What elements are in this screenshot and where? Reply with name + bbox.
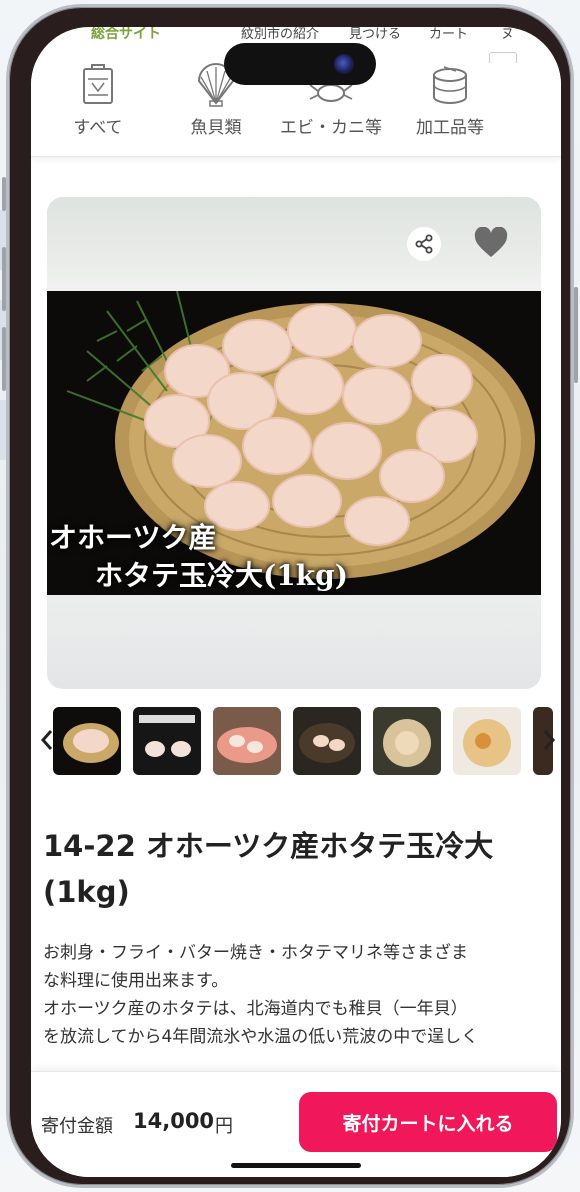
image-caption: オホーツク産 ホタテ玉冷大(1kg): [49, 519, 348, 595]
add-to-cart-button[interactable]: 寄付カートに入れる: [299, 1092, 557, 1152]
category-all[interactable]: すべて: [43, 63, 153, 138]
camera-icon: [334, 54, 354, 74]
product-title: 14-22 オホーツク産ホタテ玉冷大(1kg): [43, 829, 494, 909]
price-unit: 円: [215, 1116, 233, 1137]
chevron-left-icon: [40, 730, 53, 750]
share-button[interactable]: [407, 227, 441, 261]
image-blur-bottom: [47, 595, 541, 689]
site-name-link[interactable]: 総合サイト: [91, 27, 161, 43]
favorite-button[interactable]: [471, 225, 511, 261]
description-line: を放流してから4年間流氷や水温の低い荒波の中で逞しく: [43, 1027, 479, 1047]
product-description: お刺身・フライ・バター焼き・ホタテマリネ等さまざま な料理に使用出来ます。 オホ…: [43, 939, 553, 1051]
caption-line-1: オホーツク産: [49, 521, 217, 554]
category-label: 魚貝類: [190, 118, 242, 138]
nav-item-cart[interactable]: カート: [429, 27, 468, 42]
price-value: 14,000: [133, 1109, 215, 1133]
thumbnail-next-button[interactable]: [539, 725, 559, 755]
category-label: 加工品等: [416, 118, 484, 138]
nav-item-find[interactable]: 見つける: [349, 27, 401, 42]
thumbnail[interactable]: [453, 707, 521, 775]
caption-line-2: ホタテ玉冷大(1kg): [95, 559, 348, 592]
thumbnail-image: [383, 719, 431, 767]
thumbnail[interactable]: [373, 707, 441, 775]
product-image-card[interactable]: オホーツク産 ホタテ玉冷大(1kg): [47, 197, 541, 689]
thumbnail-image: [217, 727, 277, 763]
document-bag-icon: [83, 64, 113, 104]
thumbnail-strip: [31, 707, 561, 777]
thumbnail[interactable]: [133, 707, 201, 775]
thumbnail-image: [463, 719, 511, 767]
power-button: [574, 287, 578, 383]
price-label: 寄付金額: [41, 1116, 113, 1137]
description-line: オホーツク産のホタテは、北海道内でも稚貝（一年貝）: [43, 999, 468, 1019]
product-photo[interactable]: オホーツク産 ホタテ玉冷大(1kg): [47, 291, 541, 595]
category-processed[interactable]: 加工品等: [395, 63, 505, 138]
mute-switch: [2, 177, 6, 211]
dynamic-island: [224, 43, 376, 85]
chevron-right-icon: [543, 730, 556, 750]
thumbnail[interactable]: [53, 707, 121, 775]
category-label: エビ・カニ等: [280, 118, 382, 138]
description-line: お刺身・フライ・バター焼き・ホタテマリネ等さまざま: [43, 943, 468, 963]
thumbnail[interactable]: [293, 707, 361, 775]
share-icon: [415, 234, 433, 254]
thumbnail-image: [299, 723, 355, 763]
volume-up-button: [2, 247, 6, 311]
phone-screen: 総合サイト 紋別市の紹介 見つける カート ヌ すべて 魚貝類 エビ・カニ等 加…: [31, 27, 561, 1177]
purchase-bar: 寄付金額 14,000 円 寄付カートに入れる: [31, 1071, 561, 1177]
image-blur-top: [47, 197, 541, 291]
phone-frame: 総合サイト 紋別市の紹介 見つける カート ヌ すべて 魚貝類 エビ・カニ等 加…: [2, 4, 578, 1188]
heart-icon: [474, 227, 508, 257]
nav-item-more[interactable]: ヌ: [501, 27, 514, 42]
thumbnail[interactable]: [213, 707, 281, 775]
category-label: すべて: [73, 118, 123, 138]
home-indicator[interactable]: [231, 1163, 361, 1168]
thumbnail-image: [139, 715, 195, 757]
nav-item-intro[interactable]: 紋別市の紹介: [241, 27, 319, 42]
canned-food-icon: [433, 66, 467, 104]
description-line: な料理に使用出来ます。: [43, 971, 229, 991]
thumbnail-image: [63, 723, 119, 763]
volume-down-button: [2, 327, 6, 391]
